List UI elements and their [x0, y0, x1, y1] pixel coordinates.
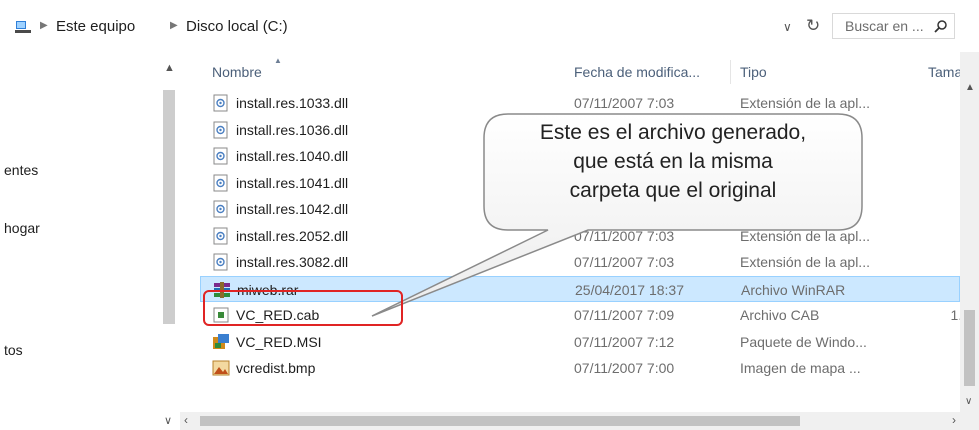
file-row[interactable]: install.res.3082.dll 07/11/2007 7:03 Exten…	[200, 249, 960, 275]
file-name: install.res.1040.dll	[236, 148, 349, 164]
column-header-row: ▲ Nombre Fecha de modifica... Tipo Tamañ	[200, 52, 970, 90]
dll-icon	[212, 174, 230, 192]
chevron-down-icon[interactable]: ∨	[783, 20, 792, 34]
scroll-up-icon[interactable]: ▲	[965, 82, 975, 93]
search-icon[interactable]	[934, 19, 948, 33]
vertical-scroll-thumb[interactable]	[964, 310, 975, 386]
file-date: 07/11/2007 7:12	[574, 333, 675, 350]
file-name: vcredist.bmp	[236, 360, 316, 376]
horizontal-scroll-thumb[interactable]	[200, 416, 800, 426]
dll-icon	[212, 227, 230, 245]
callout-line: carpeta que el original	[569, 179, 777, 202]
horizontal-scrollbar[interactable]: ‹ ›	[180, 412, 960, 430]
column-header-date[interactable]: Fecha de modifica...	[574, 64, 700, 80]
dll-icon	[212, 200, 230, 218]
navigation-pane: entes hogar tos	[0, 52, 180, 430]
nav-scrollbar[interactable]: ▲ ∨	[160, 52, 180, 430]
column-divider[interactable]	[730, 60, 731, 84]
column-header-type[interactable]: Tipo	[740, 64, 767, 80]
address-bar[interactable]: ▶ Este equipo ▶ Disco local (C:)	[8, 14, 820, 40]
highlight-box	[203, 290, 403, 326]
nav-scroll-thumb[interactable]	[163, 90, 175, 324]
file-type: Extensión de la apl...	[740, 227, 870, 244]
file-date: 25/04/2017 18:37	[575, 281, 684, 298]
file-type: Extensión de la apl...	[740, 95, 870, 111]
callout-line: Este es el archivo generado,	[539, 121, 807, 144]
file-date: 07/11/2007 7:03	[574, 227, 675, 244]
breadcrumb-this-pc[interactable]: Este equipo	[56, 18, 135, 35]
file-type: Archivo WinRAR	[741, 281, 846, 298]
file-name: install.res.1036.dll	[236, 121, 349, 138]
this-pc-icon	[15, 21, 31, 33]
scroll-up-icon[interactable]: ▲	[164, 62, 175, 74]
search-input[interactable]: Buscar en ...	[832, 13, 955, 39]
file-date: 07/11/2007 7:00	[574, 360, 675, 376]
sort-ascending-icon: ▲	[274, 56, 282, 65]
callout-line: que está en la misma	[573, 150, 773, 173]
file-date: 07/11/2007 7:03	[574, 95, 675, 111]
file-type: Archivo CAB	[740, 307, 820, 323]
file-name: install.res.1041.dll	[236, 174, 349, 191]
nav-item-documents[interactable]: tos	[4, 342, 23, 358]
address-bar-area: ▶ Este equipo ▶ Disco local (C:) ∨ ↻ Bus…	[0, 0, 979, 52]
search-placeholder: Buscar en ...	[845, 18, 924, 34]
file-name: install.res.1042.dll	[236, 201, 349, 217]
dll-icon	[212, 94, 230, 112]
file-name: install.res.2052.dll	[236, 227, 349, 244]
breadcrumb-local-disk[interactable]: Disco local (C:)	[186, 18, 288, 35]
scroll-right-icon[interactable]: ›	[952, 413, 956, 427]
file-type: Extensión de la apl...	[740, 254, 870, 270]
nav-item-homegroup[interactable]: hogar	[4, 220, 40, 236]
dll-icon	[212, 121, 230, 139]
file-row[interactable]: vcredist.bmp 07/11/2007 7:00 Imagen de map…	[200, 355, 960, 381]
file-type: Paquete de Windo...	[740, 333, 867, 350]
vertical-scrollbar[interactable]: ▲ ∨	[960, 52, 979, 430]
file-name: install.res.3082.dll	[236, 254, 349, 270]
file-type: Imagen de mapa ...	[740, 360, 861, 376]
chevron-right-icon: ▶	[40, 20, 48, 31]
dll-icon	[212, 253, 230, 271]
callout-text: Este es el archivo generado, que está en…	[488, 118, 858, 205]
scroll-down-icon[interactable]: ∨	[164, 414, 172, 427]
bmp-icon	[212, 359, 230, 377]
file-date: 07/11/2007 7:09	[574, 307, 675, 323]
column-header-name[interactable]: Nombre	[212, 64, 262, 80]
nav-item-recent[interactable]: entes	[4, 162, 38, 178]
chevron-right-icon: ▶	[170, 20, 178, 31]
refresh-icon[interactable]: ↻	[806, 16, 820, 36]
dll-icon	[212, 147, 230, 165]
file-row[interactable]: install.res.2052.dll 07/11/2007 7:03 Exten…	[200, 223, 960, 249]
file-date: 07/11/2007 7:03	[574, 254, 675, 270]
scroll-left-icon[interactable]: ‹	[184, 413, 188, 427]
msi-icon	[212, 333, 230, 351]
file-name: VC_RED.MSI	[236, 333, 322, 350]
file-name: install.res.1033.dll	[236, 95, 349, 111]
scroll-down-icon[interactable]: ∨	[965, 396, 972, 407]
file-row[interactable]: VC_RED.MSI 07/11/2007 7:12 Paquete de Wind…	[200, 329, 970, 355]
file-row[interactable]: install.res.1033.dll 07/11/2007 7:03 Exten…	[200, 90, 960, 116]
